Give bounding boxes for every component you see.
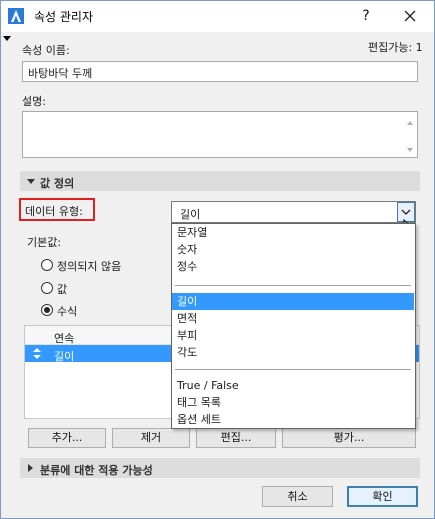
list-header-label: 연속 <box>54 332 75 345</box>
add-button[interactable]: 추가... <box>28 428 106 448</box>
dropdown-separator <box>175 369 411 370</box>
dropdown-item-angle[interactable]: 각도 <box>172 344 414 361</box>
scroll-down-icon[interactable] <box>407 148 413 152</box>
sort-arrows-icon[interactable] <box>33 348 41 359</box>
collapse-arrow-icon[interactable] <box>3 36 11 41</box>
radio-formula-label[interactable]: 수식 <box>57 303 77 319</box>
editable-count-label: 편집가능: 1 <box>368 41 423 54</box>
dropdown-item-integer[interactable]: 정수 <box>172 258 414 275</box>
radio-undefined[interactable] <box>41 259 53 271</box>
data-type-combobox[interactable] <box>171 201 416 223</box>
radio-value-label[interactable]: 값 <box>57 281 67 297</box>
cancel-button[interactable]: 취소 <box>262 486 333 507</box>
dropdown-item-number[interactable]: 숫자 <box>172 241 414 258</box>
section-expand-icon[interactable] <box>27 179 35 184</box>
edit-button[interactable]: 편집... <box>196 428 276 448</box>
data-type-label: 데이터 유형: <box>25 205 83 218</box>
dropdown-item-string[interactable]: 문자열 <box>172 224 414 241</box>
dropdown-separator <box>175 285 411 286</box>
classification-section-label: 분류에 대한 적용 가능성 <box>40 464 153 477</box>
dropdown-item-area[interactable]: 면적 <box>172 310 414 327</box>
radio-formula[interactable] <box>41 304 53 316</box>
chevron-down-icon <box>401 209 411 215</box>
help-button[interactable]: ? <box>356 6 376 26</box>
archicad-app-icon <box>8 8 24 24</box>
value-definition-section-header[interactable] <box>20 171 420 191</box>
value-definition-section-label: 값 정의 <box>40 177 75 190</box>
property-name-input[interactable]: 바탕바닥 두께 <box>22 61 418 82</box>
window-title: 속성 관리자 <box>34 10 94 24</box>
radio-undefined-label[interactable]: 정의되지 않음 <box>57 258 121 274</box>
remove-button[interactable]: 제거 <box>112 428 190 448</box>
close-icon[interactable] <box>400 6 420 26</box>
dropdown-item-option-set[interactable]: 옵션 세트 <box>172 411 414 428</box>
radio-selected-dot <box>44 307 50 313</box>
dropdown-item-volume[interactable]: 부피 <box>172 327 414 344</box>
list-row-label: 길이 <box>54 350 75 363</box>
evaluate-button[interactable]: 평가... <box>282 428 416 448</box>
property-name-label: 속성 이름: <box>22 44 70 57</box>
section-collapsed-icon[interactable] <box>28 464 33 472</box>
dropdown-item-tag-list[interactable]: 태그 목록 <box>172 394 414 411</box>
ok-button[interactable]: 확인 <box>347 486 418 507</box>
default-value-label: 기본값: <box>27 236 62 249</box>
description-label: 설명: <box>22 95 46 108</box>
description-textarea[interactable] <box>22 111 418 158</box>
dropdown-item-length[interactable]: 길이 <box>172 293 414 310</box>
radio-value[interactable] <box>41 282 53 294</box>
scroll-up-icon[interactable] <box>407 121 413 125</box>
dropdown-item-true-false[interactable]: True / False <box>172 377 414 394</box>
data-type-value: 길이 <box>180 208 201 221</box>
